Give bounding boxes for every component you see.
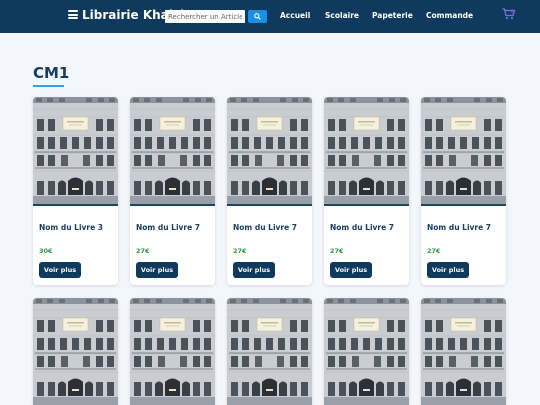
voir-plus-button[interactable]: Voir plus — [233, 262, 275, 278]
book-card[interactable]: Nom du Livre 3 30€ Voir plus — [33, 97, 118, 285]
nav-scolaire[interactable]: Scolaire — [325, 11, 359, 20]
title-underline — [33, 85, 64, 87]
search-icon — [254, 13, 261, 20]
menu-icon[interactable] — [68, 10, 78, 19]
book-card[interactable] — [324, 298, 409, 405]
book-title: Nom du Livre 7 — [330, 223, 395, 232]
section-title: CM1 — [33, 64, 70, 82]
book-price: 27€ — [233, 247, 247, 255]
nav-papeterie[interactable]: Papeterie — [372, 11, 413, 20]
voir-plus-button[interactable]: Voir plus — [330, 262, 372, 278]
book-card[interactable] — [421, 298, 506, 405]
book-cover-image[interactable] — [130, 298, 215, 405]
book-card[interactable]: Nom du Livre 7 27€ Voir plus — [130, 97, 215, 285]
book-cover-image[interactable] — [421, 298, 506, 405]
book-cover-image[interactable] — [421, 97, 506, 206]
voir-plus-button[interactable]: Voir plus — [427, 262, 469, 278]
navbar: Librairie Khalsi Accueil Scolaire Papete… — [0, 0, 540, 33]
book-card[interactable] — [33, 298, 118, 405]
book-cover-image[interactable] — [33, 298, 118, 405]
book-cover-image[interactable] — [130, 97, 215, 206]
book-price: 27€ — [330, 247, 344, 255]
book-cover-image[interactable] — [227, 298, 312, 405]
book-price: 30€ — [39, 247, 53, 255]
book-card[interactable]: Nom du Livre 7 27€ Voir plus — [324, 97, 409, 285]
book-cover-image[interactable] — [227, 97, 312, 206]
book-card[interactable] — [130, 298, 215, 405]
voir-plus-button[interactable]: Voir plus — [136, 262, 178, 278]
search-button[interactable] — [248, 10, 267, 23]
book-price: 27€ — [136, 247, 150, 255]
book-title: Nom du Livre 7 — [427, 223, 492, 232]
book-title: Nom du Livre 3 — [39, 223, 104, 232]
search-input[interactable] — [165, 10, 245, 23]
book-title: Nom du Livre 7 — [233, 223, 298, 232]
book-cover-image[interactable] — [324, 97, 409, 206]
book-card[interactable] — [227, 298, 312, 405]
cart-icon[interactable]: 0 — [502, 8, 516, 20]
book-cover-image[interactable] — [33, 97, 118, 206]
book-card[interactable]: Nom du Livre 7 27€ Voir plus — [227, 97, 312, 285]
book-title: Nom du Livre 7 — [136, 223, 201, 232]
book-card[interactable]: Nom du Livre 7 27€ Voir plus — [421, 97, 506, 285]
nav-accueil[interactable]: Accueil — [280, 11, 310, 20]
nav-commande[interactable]: Commande — [426, 11, 473, 20]
voir-plus-button[interactable]: Voir plus — [39, 262, 81, 278]
book-price: 27€ — [427, 247, 441, 255]
book-cover-image[interactable] — [324, 298, 409, 405]
